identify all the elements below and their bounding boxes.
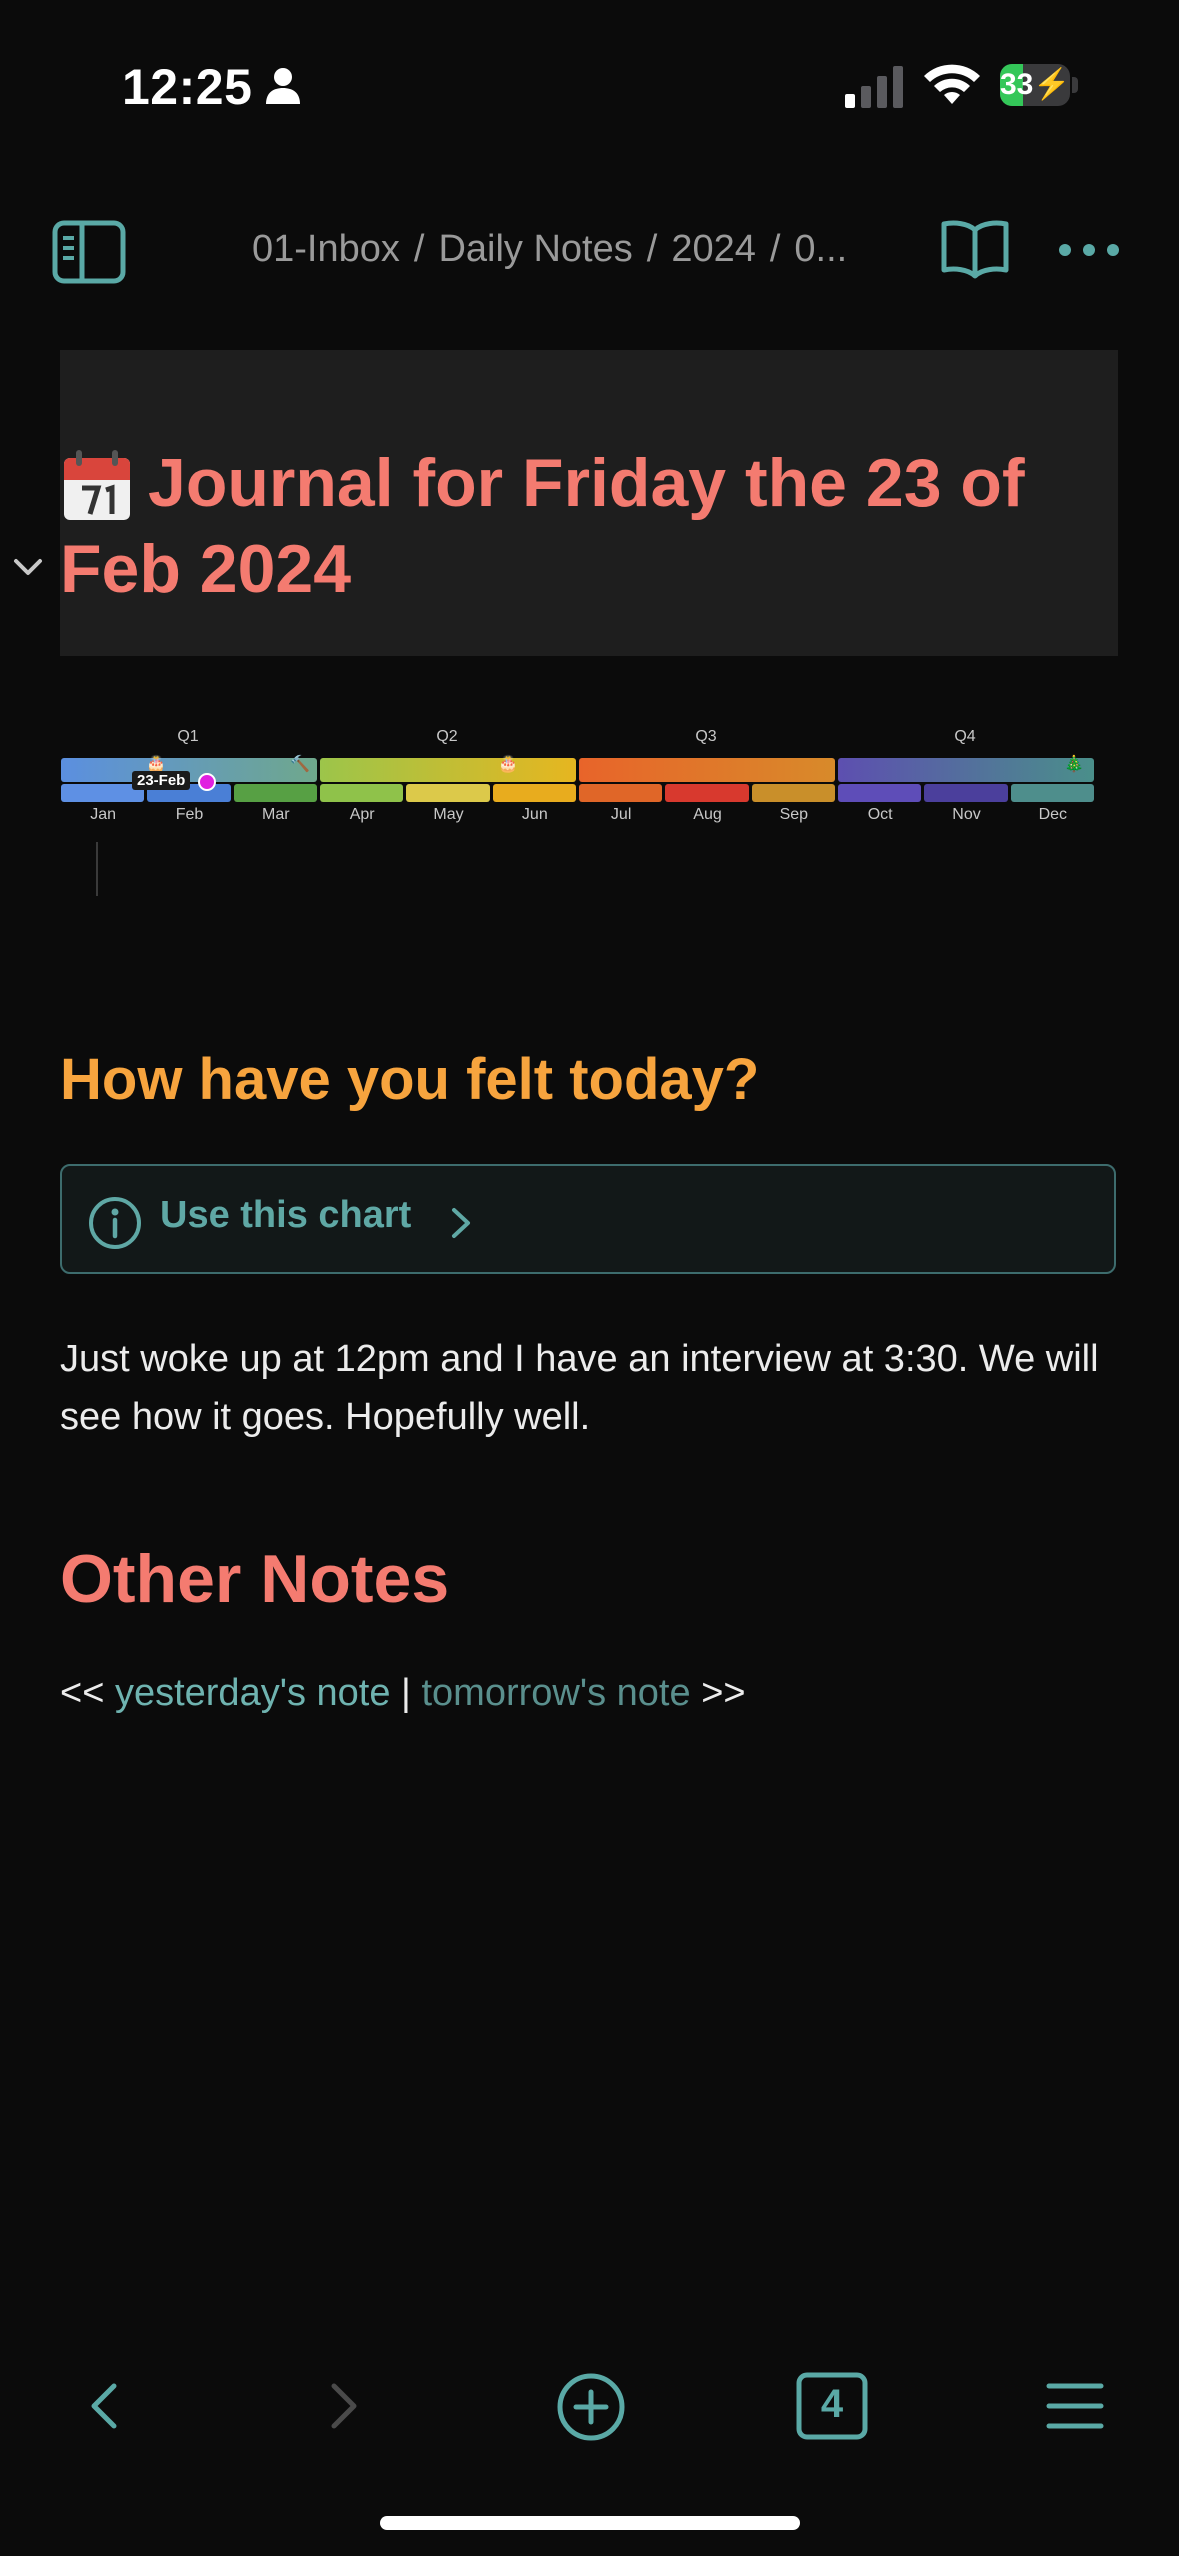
month-bar[interactable]	[751, 784, 835, 802]
battery-indicator: 33⚡	[1000, 64, 1080, 106]
quarter-label: Q3	[695, 728, 717, 745]
other-notes-heading: Other Notes	[60, 1541, 450, 1617]
page-title: Journal for Friday the 23 of Feb 2024	[60, 445, 1025, 607]
today-marker-label: 23-Feb	[132, 771, 191, 790]
month-bar[interactable]	[924, 784, 1008, 802]
quarter-bar[interactable]	[579, 758, 835, 782]
forward-arrow-icon[interactable]	[324, 2378, 364, 2434]
month-bar[interactable]	[579, 784, 663, 802]
christmas-tree-icon: 🎄	[1064, 756, 1084, 773]
month-label: Sep	[779, 806, 809, 823]
quarter-label: Q1	[177, 728, 199, 745]
month-label: Jul	[610, 806, 632, 823]
nav-suffix: >>	[701, 1672, 746, 1714]
month-label: Jun	[521, 806, 548, 823]
month-bar[interactable]	[406, 784, 490, 802]
month-label: Jan	[90, 806, 117, 823]
status-time: 12:25	[122, 59, 253, 115]
month-label: Oct	[867, 806, 893, 823]
callout-title[interactable]: Use this chart	[160, 1194, 411, 1237]
hammer-icon: 🔨	[290, 756, 310, 773]
divider	[96, 842, 98, 896]
battery-percent: 33	[1000, 68, 1034, 101]
today-marker-dot	[198, 773, 216, 791]
tabs-button[interactable]: 4	[796, 2372, 868, 2440]
month-bar[interactable]	[665, 784, 749, 802]
breadcrumb-item[interactable]: Daily Notes	[438, 228, 632, 270]
month-bar[interactable]	[838, 784, 922, 802]
collapse-heading-chevron-icon[interactable]	[10, 553, 46, 583]
nav-separator: |	[401, 1672, 411, 1714]
mood-heading: How have you felt today?	[60, 1047, 760, 1112]
month-label: Apr	[349, 806, 375, 823]
month-bar[interactable]	[492, 784, 576, 802]
month-label: May	[433, 806, 464, 823]
quarter-bar[interactable]	[838, 758, 1094, 782]
yesterday-note-link[interactable]: yesterday's note	[115, 1672, 391, 1714]
tabs-count: 4	[820, 2382, 844, 2426]
month-label: Nov	[952, 806, 981, 823]
daily-note-navigation: << yesterday's note | tomorrow's note >>	[60, 1672, 746, 1715]
year-timeline[interactable]: Q1 Q2 Q3 Q4 Jan Feb Mar Apr May Jun Jul Aug Sep Oct N…	[60, 728, 1096, 828]
info-icon	[89, 1197, 141, 1249]
breadcrumb-item[interactable]: 0...	[794, 228, 847, 270]
month-label: Aug	[693, 806, 722, 823]
month-bar[interactable]	[320, 784, 404, 802]
month-bar[interactable]	[233, 784, 317, 802]
breadcrumb-item[interactable]: 01-Inbox	[252, 228, 400, 270]
reading-view-book-icon[interactable]	[940, 218, 1010, 282]
month-label: Dec	[1038, 806, 1068, 823]
journal-paragraph: Just woke up at 12pm and I have an inter…	[60, 1338, 1099, 1438]
breadcrumb[interactable]: 01-Inbox / Daily Notes/2024/0...	[252, 228, 872, 271]
more-options-icon[interactable]	[1058, 232, 1120, 268]
wifi-icon	[924, 64, 980, 104]
birthday-cake-icon: 🎂	[498, 756, 518, 773]
use-chart-callout[interactable]: Use this chart	[60, 1164, 1116, 1274]
cellular-signal-icon	[845, 66, 903, 108]
hamburger-menu-icon[interactable]	[1046, 2380, 1104, 2432]
quarter-label: Q4	[954, 728, 976, 745]
chevron-right-icon[interactable]	[448, 1204, 474, 1242]
month-label: Mar	[262, 806, 290, 823]
nav-prefix: <<	[60, 1672, 105, 1714]
home-indicator[interactable]	[380, 2516, 800, 2530]
back-arrow-icon[interactable]	[84, 2378, 124, 2434]
month-label: Feb	[175, 806, 204, 823]
month-bar[interactable]	[1010, 784, 1094, 802]
tomorrow-note-link[interactable]: tomorrow's note	[421, 1672, 690, 1714]
sidebar-toggle-icon[interactable]	[52, 220, 126, 284]
quarter-label: Q2	[436, 728, 458, 745]
breadcrumb-item[interactable]: 2024	[671, 228, 756, 270]
quarter-bar[interactable]	[320, 758, 576, 782]
new-note-plus-icon[interactable]	[556, 2372, 626, 2442]
person-icon	[266, 68, 300, 104]
